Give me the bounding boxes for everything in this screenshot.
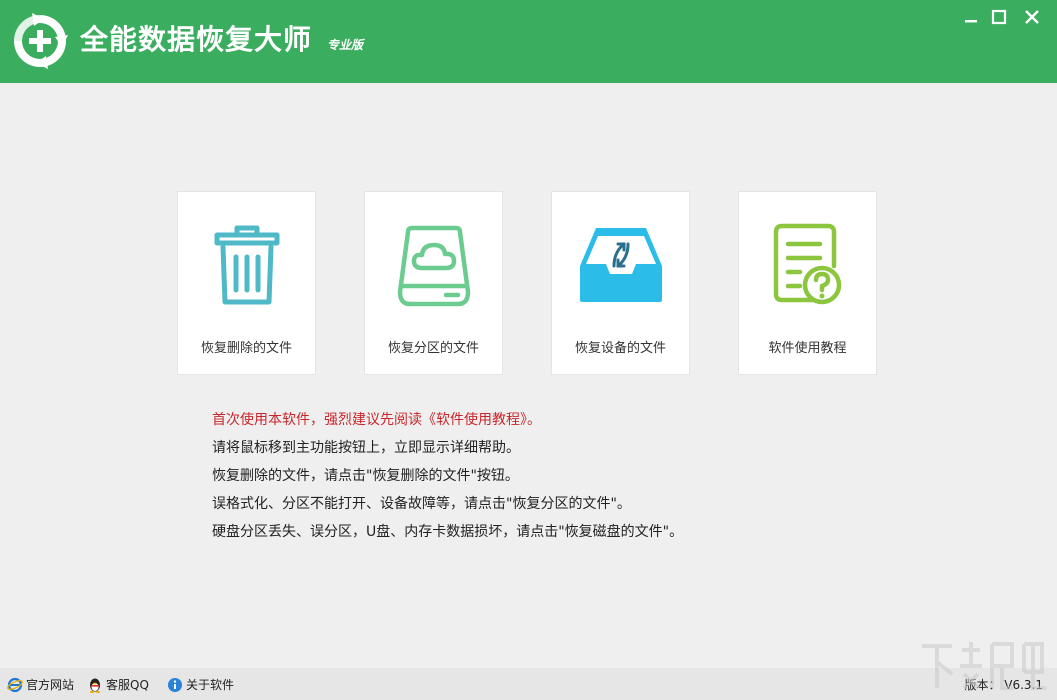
app-edition-badge: 专业版 xyxy=(327,38,364,52)
card-label: 软件使用教程 xyxy=(768,341,847,356)
recover-partition-files-button[interactable]: 恢复分区的文件 xyxy=(364,191,503,375)
title-bar: 全能数据恢复大师 专业版 xyxy=(0,0,1057,83)
close-icon xyxy=(1025,10,1039,24)
trash-icon xyxy=(209,222,285,310)
customer-service-qq-link[interactable]: 客服QQ xyxy=(87,676,149,693)
recover-deleted-files-button[interactable]: 恢复删除的文件 xyxy=(177,191,316,375)
help-warning-line: 首次使用本软件，强烈建议先阅读《软件使用教程》。 xyxy=(212,412,541,428)
help-text-panel: 首次使用本软件，强烈建议先阅读《软件使用教程》。 请将鼠标移到主功能按钮上，立即… xyxy=(212,406,912,546)
status-bar: 官方网站 客服QQ 关于软件 版本： V6.3.1 xyxy=(0,668,1057,700)
help-line: 恢复删除的文件，请点击"恢复删除的文件"按钮。 xyxy=(212,468,519,484)
card-label: 恢复删除的文件 xyxy=(200,341,292,356)
site-watermark-logo xyxy=(916,636,1050,696)
app-logo-icon xyxy=(10,11,70,71)
maximize-button[interactable] xyxy=(988,6,1010,28)
link-label: 关于软件 xyxy=(186,678,235,692)
recover-device-files-button[interactable]: 恢复设备的文件 xyxy=(551,191,690,375)
about-software-link[interactable]: 关于软件 xyxy=(167,676,234,693)
maximize-icon xyxy=(991,9,1007,25)
software-tutorial-button[interactable]: 软件使用教程 xyxy=(738,191,877,375)
link-label: 官方网站 xyxy=(26,678,75,692)
minimize-icon xyxy=(965,20,977,23)
help-line: 请将鼠标移到主功能按钮上，立即显示详细帮助。 xyxy=(212,440,520,456)
app-title: 全能数据恢复大师 xyxy=(80,23,313,56)
qq-penguin-icon xyxy=(89,678,101,693)
card-label: 恢复设备的文件 xyxy=(574,341,666,356)
info-icon xyxy=(168,677,182,692)
help-line: 误格式化、分区不能打开、设备故障等，请点击"恢复分区的文件"。 xyxy=(212,496,631,512)
link-label: 客服QQ xyxy=(106,678,149,692)
minimize-button[interactable] xyxy=(960,6,982,28)
guide-document-icon xyxy=(770,222,846,310)
help-line: 硬盘分区丢失、误分区，U盘、内存卡数据损坏，请点击"恢复磁盘的文件"。 xyxy=(212,524,684,540)
official-website-link[interactable]: 官方网站 xyxy=(7,676,74,693)
cloud-drive-icon xyxy=(396,222,472,310)
close-button[interactable] xyxy=(1021,6,1043,28)
ie-browser-icon xyxy=(7,677,23,692)
card-label: 恢复分区的文件 xyxy=(387,341,479,356)
device-tray-icon xyxy=(579,222,662,310)
